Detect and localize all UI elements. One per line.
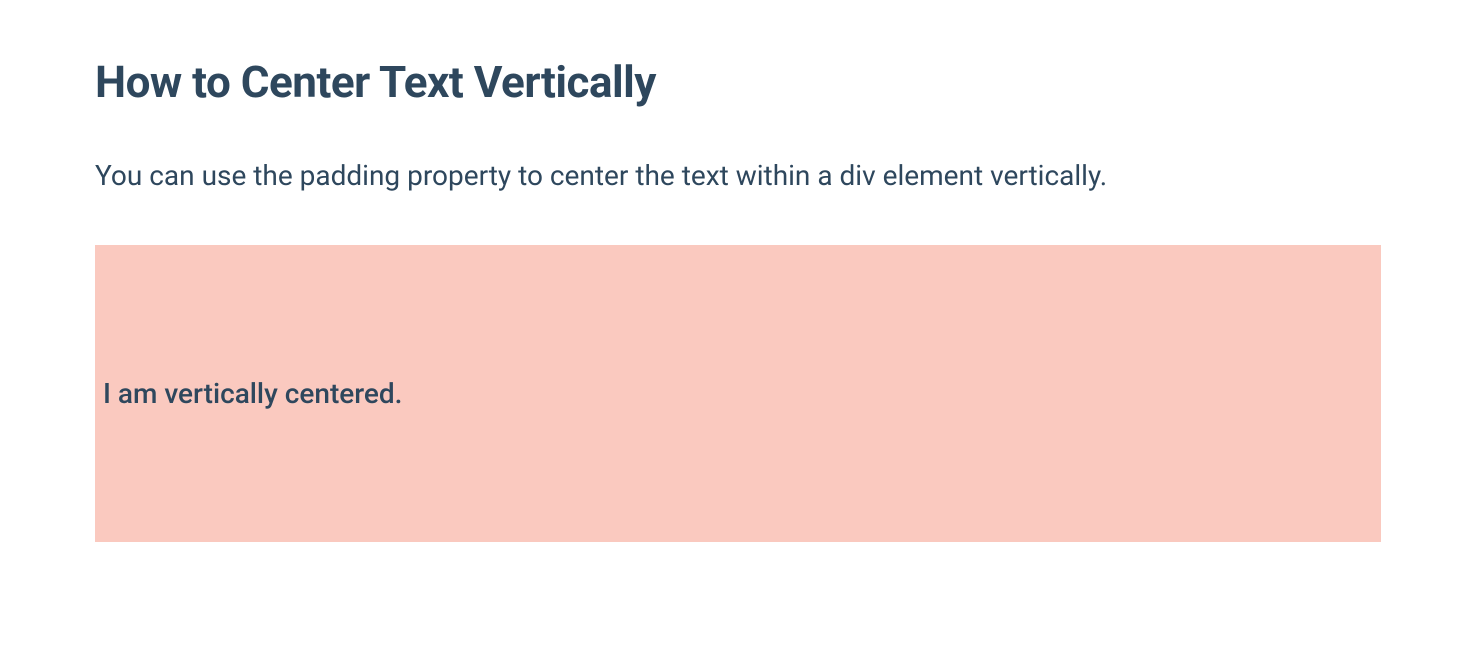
demo-text: I am vertically centered. — [95, 377, 1381, 410]
page-title: How to Center Text Vertically — [95, 56, 1381, 108]
demo-container: I am vertically centered. — [95, 245, 1381, 542]
description-text: You can use the padding property to cent… — [95, 156, 1375, 195]
